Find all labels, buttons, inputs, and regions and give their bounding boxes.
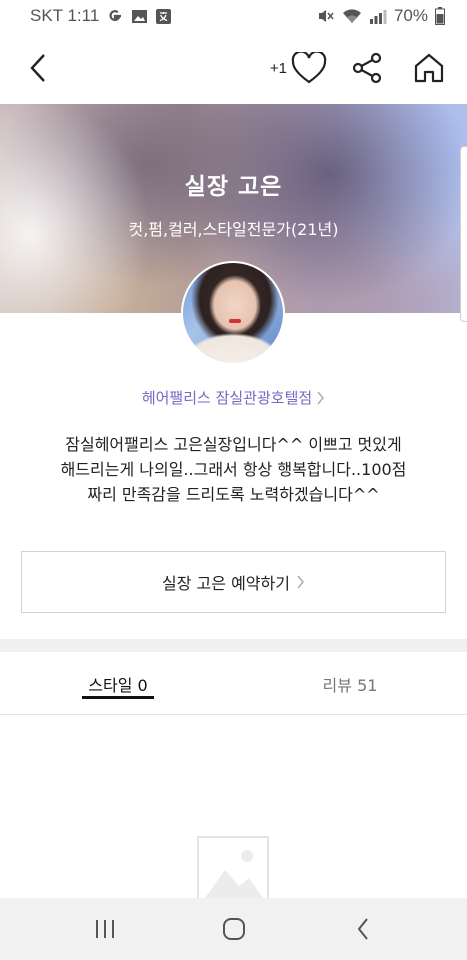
section-divider [0, 639, 467, 652]
home-circle-icon [222, 918, 245, 940]
status-bar: SKT 1:11 70% [0, 0, 467, 32]
system-home-button[interactable] [204, 904, 264, 954]
recent-apps-icon [95, 920, 114, 938]
chevron-left-icon [30, 54, 45, 82]
avatar-detail [229, 319, 241, 323]
avatar[interactable] [181, 261, 285, 365]
google-icon [106, 7, 124, 25]
tab-style[interactable]: 스타일 0 [82, 652, 154, 715]
recent-apps-button[interactable] [75, 904, 135, 954]
share-button[interactable] [345, 46, 389, 90]
tab-bar: 스타일 0 리뷰 51 [0, 652, 467, 715]
back-icon [357, 918, 368, 940]
share-icon [352, 52, 382, 84]
mute-icon [317, 7, 335, 25]
chevron-right-icon [317, 391, 325, 404]
battery-icon [435, 7, 445, 25]
salon-name: 헤어팰리스 잠실관광호텔점 [141, 389, 313, 407]
signal-icon [369, 8, 387, 25]
status-right: 70% [317, 6, 445, 26]
chevron-right-icon [297, 575, 304, 589]
stylist-bio: 잠실헤어팰리스 고은실장입니다^^ 이쁘고 멋있게해드리는게 나의일..그래서 … [60, 435, 407, 504]
image-placeholder-icon [197, 836, 269, 898]
like-button[interactable]: +1 [270, 52, 327, 84]
carrier-time: SKT 1:11 [30, 6, 100, 25]
back-button[interactable] [16, 46, 60, 90]
stylist-specialty: 컷,펌,컬러,스타일전문가(21년) [128, 220, 339, 239]
home-button[interactable] [407, 46, 451, 90]
heart-icon [291, 52, 327, 84]
scroll-indicator[interactable] [460, 146, 467, 322]
system-back-button[interactable] [333, 904, 393, 954]
battery-percent: 70% [393, 6, 428, 25]
top-nav: +1 [0, 32, 467, 104]
nav-actions: +1 [270, 46, 451, 90]
tab-review[interactable]: 리뷰 51 [310, 652, 390, 715]
reserve-button-label: 실장 고은 예약하기 [162, 574, 290, 593]
wifi-icon [342, 8, 362, 25]
translate-icon [155, 8, 172, 25]
status-left: SKT 1:11 [30, 6, 172, 26]
salon-link[interactable]: 헤어팰리스 잠실관광호텔점 [0, 387, 467, 408]
active-tab-indicator [82, 696, 154, 699]
like-count: +1 [269, 59, 287, 77]
home-icon [414, 53, 444, 83]
stylist-name: 실장 고은 [184, 174, 283, 200]
image-icon [131, 8, 148, 25]
reserve-button[interactable]: 실장 고은 예약하기 [21, 551, 446, 613]
system-nav-bar [0, 898, 467, 960]
